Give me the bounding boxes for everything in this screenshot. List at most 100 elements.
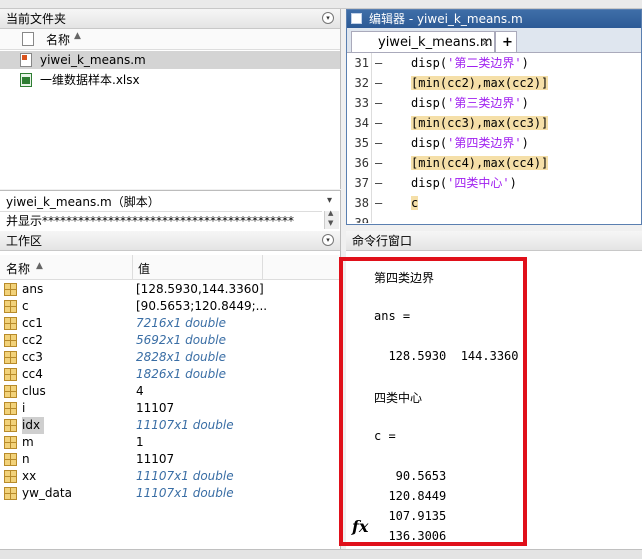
code-line[interactable]: 31 — disp('第二类边界'): [347, 53, 641, 73]
code-text: c: [411, 193, 419, 213]
command-window-header: 命令行窗口: [346, 231, 642, 251]
tab-label: yiwei_k_means.m: [378, 35, 493, 50]
code-text: disp('四类中心'): [411, 173, 517, 193]
editor-panel: 编辑器 - yiwei_k_means.m yiwei_k_means.m × …: [346, 9, 642, 225]
var-value: 11107x1 double: [136, 486, 234, 500]
var-name: i: [22, 401, 26, 415]
sort-asc-icon: ▲: [36, 261, 43, 271]
breakpoint-marker[interactable]: —: [375, 93, 382, 113]
details-panel: yiwei_k_means.m（脚本） ▾ 并显示***************…: [0, 190, 341, 231]
workspace-title: 工作区: [6, 234, 43, 248]
close-icon[interactable]: ×: [481, 32, 490, 53]
editor-titlebar: 编辑器 - yiwei_k_means.m: [347, 10, 641, 28]
code-token: ): [521, 136, 529, 150]
code-text: [min(cc3),max(cc3)]: [411, 113, 549, 133]
var-value: 5692x1 double: [136, 333, 226, 347]
workspace-var-row[interactable]: c [90.5653;120.8449;...: [0, 298, 340, 315]
code-line[interactable]: 32 — [min(cc2),max(cc2)]: [347, 73, 641, 93]
code-token: disp(: [411, 176, 448, 190]
breakpoint-marker[interactable]: —: [375, 153, 382, 173]
code-string: '第四类边界': [447, 136, 522, 150]
chevron-down-icon[interactable]: ▾: [327, 195, 332, 206]
current-folder-title: 当前文件夹: [6, 12, 67, 26]
matrix-icon: [4, 368, 17, 381]
tab-yiwei-k-means[interactable]: yiwei_k_means.m ×: [351, 31, 495, 52]
var-value: [90.5653;120.8449;...: [136, 299, 268, 313]
file-name: yiwei_k_means.m: [40, 53, 146, 67]
matrix-icon: [4, 419, 17, 432]
var-name: c: [22, 299, 29, 313]
code-line[interactable]: 33 — disp('第三类边界'): [347, 93, 641, 113]
var-value: 1826x1 double: [136, 367, 226, 381]
matrix-icon: [4, 470, 17, 483]
breakpoint-marker[interactable]: —: [375, 53, 382, 73]
code-line[interactable]: 37 — disp('四类中心'): [347, 173, 641, 193]
workspace-var-row[interactable]: clus 4: [0, 383, 340, 400]
workspace-var-row[interactable]: yw_data 11107x1 double: [0, 485, 340, 502]
details-scrollbar[interactable]: ▲ ▼: [324, 209, 339, 229]
col-value-label[interactable]: 值: [138, 260, 150, 277]
matrix-icon: [4, 283, 17, 296]
code-token: [min(cc2),max(cc2)]: [411, 76, 549, 90]
file-row[interactable]: 一维数据样本.xlsx: [0, 71, 340, 89]
column-divider[interactable]: [132, 255, 133, 279]
breakpoint-marker[interactable]: —: [375, 113, 382, 133]
code-line[interactable]: 35 — disp('第四类边界'): [347, 133, 641, 153]
line-number: 34: [354, 116, 369, 130]
workspace-var-row[interactable]: cc1 7216x1 double: [0, 315, 340, 332]
add-tab-button[interactable]: +: [495, 31, 517, 52]
details-preview: 并显示*************************************…: [0, 211, 322, 229]
breakpoint-marker[interactable]: —: [375, 193, 382, 213]
m-file-icon: [20, 53, 32, 67]
panel-menu-icon[interactable]: ▾: [322, 12, 334, 24]
file-row[interactable]: yiwei_k_means.m: [0, 51, 340, 69]
panel-menu-icon[interactable]: ▾: [322, 234, 334, 246]
workspace-var-row[interactable]: i 11107: [0, 400, 340, 417]
code-text: disp('第四类边界'): [411, 133, 529, 153]
code-string: '第三类边界': [447, 96, 522, 110]
workspace-column-header: 名称 ▲ 值: [0, 255, 340, 280]
code-token: ): [521, 96, 529, 110]
code-text: disp('第二类边界'): [411, 53, 529, 73]
workspace-var-row[interactable]: m1: [0, 434, 340, 451]
code-token: disp(: [411, 96, 448, 110]
workspace-var-row[interactable]: cc3 2828x1 double: [0, 349, 340, 366]
breakpoint-marker[interactable]: —: [375, 173, 382, 193]
column-name-label: 名称: [46, 33, 71, 47]
workspace-var-row[interactable]: cc4 1826x1 double: [0, 366, 340, 383]
workspace-var-row[interactable]: ans [128.5930,144.3360]: [0, 281, 340, 298]
workspace-var-row[interactable]: cc2 5692x1 double: [0, 332, 340, 349]
details-title: yiwei_k_means.m（脚本）: [6, 195, 160, 209]
breakpoint-marker[interactable]: —: [375, 73, 382, 93]
code-string: '四类中心': [447, 176, 510, 190]
code-line[interactable]: 38 — c: [347, 193, 641, 213]
col-name-label[interactable]: 名称: [6, 260, 30, 277]
var-value: 1: [136, 435, 144, 449]
workspace-var-row[interactable]: n 11107: [0, 451, 340, 468]
code-token: ): [521, 56, 529, 70]
column-divider[interactable]: [262, 255, 263, 279]
excel-file-icon: [20, 73, 32, 87]
matrix-icon: [4, 351, 17, 364]
var-name: xx: [22, 469, 37, 483]
folder-column-header[interactable]: 名称 ▲: [0, 29, 340, 50]
var-value: 11107x1 double: [136, 418, 234, 432]
code-token: c: [411, 196, 419, 210]
line-number: 36: [354, 156, 369, 170]
code-line[interactable]: 34 — [min(cc3),max(cc3)]: [347, 113, 641, 133]
breakpoint-marker[interactable]: —: [375, 133, 382, 153]
code-line[interactable]: 36 — [min(cc4),max(cc4)]: [347, 153, 641, 173]
matrix-icon: [4, 334, 17, 347]
var-value: 7216x1 double: [136, 316, 226, 330]
editor-title: 编辑器 - yiwei_k_means.m: [369, 12, 523, 26]
var-name: idx: [22, 417, 45, 434]
line-number: 39: [354, 216, 369, 223]
code-string: '第二类边界': [447, 56, 522, 70]
code-token: disp(: [411, 136, 448, 150]
matrix-icon: [4, 436, 17, 449]
workspace-var-row[interactable]: idx 11107x1 double: [0, 417, 340, 434]
file-icon: [22, 32, 34, 46]
code-area[interactable]: 31— disp('第二类边界') 32— [min(cc2),max(cc2)] 33…: [347, 53, 641, 223]
workspace-var-row[interactable]: xx 11107x1 double: [0, 468, 340, 485]
code-line[interactable]: 39: [347, 213, 641, 223]
